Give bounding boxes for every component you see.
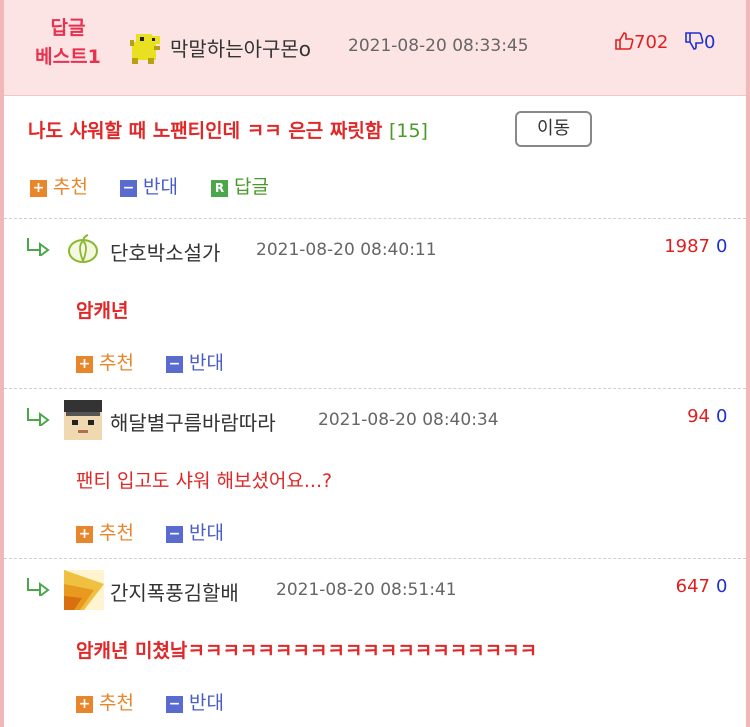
best-badge-line2: 베스트1 [35,46,101,68]
minus-icon: − [166,356,183,373]
comment-upvote-count[interactable]: 94 [610,406,710,427]
plus-icon: + [76,356,93,373]
plus-icon: + [76,526,93,543]
comment-oppose-button[interactable]: − 반대 [166,518,224,545]
reply-label: 답글 [234,176,269,198]
best-date: 2021-08-20 08:33:45 [348,36,529,56]
reply-arrow-icon [26,576,52,601]
thumbs-up-icon [615,32,634,50]
best-author-name[interactable]: 막말하는아구몬o [170,33,311,62]
best-comment-body: 나도 샤워할 때 노팬티인데 ㅋㅋ 은근 짜릿함 [28,120,383,142]
divider [4,218,746,219]
comment-recommend-button[interactable]: + 추천 [76,518,134,545]
comment-author-name[interactable]: 간지폭풍김할배 [110,577,239,606]
oppose-label: 반대 [189,692,224,714]
comment-text: 암캐년 미쳤낰ㅋㅋㅋㅋㅋㅋㅋㅋㅋㅋㅋㅋㅋㅋㅋㅋㅋㅋㅋㅋ [76,640,538,662]
best-upvote-count: 702 [634,32,669,53]
comment-text: 암캐년 [76,300,129,322]
recommend-label: 추천 [99,352,134,374]
oppose-label: 반대 [143,176,178,198]
comment-date: 2021-08-20 08:40:34 [318,410,499,430]
comment-downvote-count[interactable]: 0 [716,576,727,597]
minus-icon: − [166,526,183,543]
recommend-label: 추천 [99,522,134,544]
reply-arrow-icon [26,236,52,261]
comment-oppose-button[interactable]: − 반대 [166,348,224,375]
move-button[interactable]: 이동 [515,111,592,147]
best-recommend-button[interactable]: + 추천 [30,172,88,199]
comment-upvote-count[interactable]: 1987 [610,236,710,257]
thumbs-down-icon [685,32,704,50]
comment-upvote-count[interactable]: 647 [610,576,710,597]
reply-arrow-icon [26,406,52,431]
best-reply-badge: 답글 베스트1 [28,14,108,72]
minus-icon: − [166,696,183,713]
best-downvote[interactable]: 0 [684,31,715,53]
plus-icon: + [30,180,47,197]
pumpkin-avatar[interactable] [66,232,100,266]
comment-author-name[interactable]: 해달별구름바람따라 [110,407,276,436]
best-reply-button[interactable]: R 답글 [211,172,269,199]
divider [4,558,746,559]
comment-recommend-button[interactable]: + 추천 [76,688,134,715]
best-reply-count[interactable]: [15] [389,120,428,142]
comment-date: 2021-08-20 08:40:11 [256,240,437,260]
comment-text: 팬티 입고도 샤워 해보셨어요...? [76,470,333,492]
recommend-label: 추천 [53,176,88,198]
best-oppose-button[interactable]: − 반대 [120,172,178,199]
flame-avatar[interactable] [64,570,104,610]
comment-downvote-count[interactable]: 0 [716,406,727,427]
oppose-label: 반대 [189,522,224,544]
comment-recommend-button[interactable]: + 추천 [76,348,134,375]
oppose-label: 반대 [189,352,224,374]
best-downvote-count: 0 [704,32,716,53]
agumon-avatar[interactable] [126,28,164,66]
minus-icon: − [120,180,137,197]
best-upvote[interactable]: 702 [614,31,668,53]
comment-author-name[interactable]: 단호박소설가 [110,237,220,266]
comment-date: 2021-08-20 08:51:41 [276,580,457,600]
best-badge-line1: 답글 [50,17,86,39]
pixel-face-avatar[interactable] [64,400,102,440]
recommend-label: 추천 [99,692,134,714]
divider [4,388,746,389]
plus-icon: + [76,696,93,713]
comment-downvote-count[interactable]: 0 [716,236,727,257]
comment-oppose-button[interactable]: − 반대 [166,688,224,715]
best-comment-text: 나도 샤워할 때 노팬티인데 ㅋㅋ 은근 짜릿함 [15] [28,116,428,143]
reply-badge-icon: R [211,180,228,197]
